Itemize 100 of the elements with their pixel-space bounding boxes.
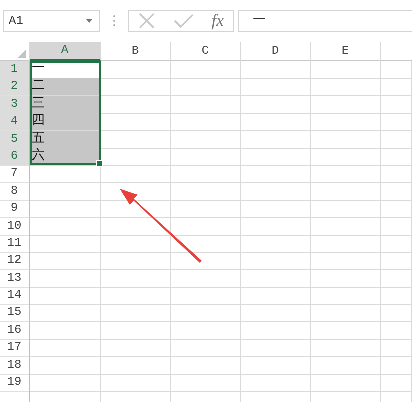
table-cell bbox=[241, 374, 311, 392]
table-cell bbox=[381, 113, 412, 132]
caret-icon bbox=[86, 19, 93, 23]
row-header[interactable]: 14 bbox=[0, 287, 30, 306]
table-cell bbox=[381, 252, 412, 270]
table-cell bbox=[171, 374, 241, 392]
table-cell bbox=[241, 113, 311, 132]
table-cell bbox=[101, 252, 171, 270]
table-cell bbox=[30, 234, 101, 253]
table-cell bbox=[101, 304, 171, 322]
table-cell bbox=[241, 234, 311, 253]
table-cell bbox=[241, 200, 311, 218]
row-header[interactable]: 11 bbox=[0, 234, 30, 253]
row-header[interactable]: 19 bbox=[0, 374, 30, 392]
table-cell bbox=[101, 356, 171, 375]
table-cell bbox=[381, 356, 412, 375]
table-cell bbox=[311, 374, 381, 392]
table-cell bbox=[311, 287, 381, 306]
table-cell bbox=[241, 356, 311, 375]
table-cell bbox=[241, 252, 311, 270]
column-header[interactable]: C bbox=[171, 42, 241, 61]
table-cell bbox=[381, 182, 412, 201]
formula-field[interactable]: 一 bbox=[238, 10, 412, 32]
column-header[interactable]: A bbox=[30, 42, 101, 61]
table-cell bbox=[381, 61, 412, 79]
row-header[interactable]: 5 bbox=[0, 130, 30, 149]
insert-function-button[interactable]: fx bbox=[212, 11, 224, 31]
row-header[interactable]: 12 bbox=[0, 252, 30, 270]
table-cell bbox=[101, 130, 171, 149]
table-cell bbox=[241, 130, 311, 149]
row-header[interactable]: 2 bbox=[0, 78, 30, 96]
table-cell bbox=[30, 200, 101, 218]
check-icon[interactable] bbox=[174, 13, 194, 29]
row-header[interactable]: 15 bbox=[0, 304, 30, 322]
table-cell bbox=[381, 165, 412, 184]
row-header[interactable]: 10 bbox=[0, 218, 30, 236]
table-cell bbox=[241, 304, 311, 322]
table-cell bbox=[101, 165, 171, 184]
table-cell bbox=[241, 270, 311, 288]
table-cell bbox=[311, 148, 381, 166]
table-cell bbox=[101, 374, 171, 392]
cancel-icon[interactable] bbox=[138, 12, 156, 30]
table-cell bbox=[311, 218, 381, 236]
table-cell bbox=[381, 304, 412, 322]
row-header[interactable]: 1 bbox=[0, 61, 30, 79]
row-header[interactable]: 18 bbox=[0, 356, 30, 375]
table-cell bbox=[311, 234, 381, 253]
column-header[interactable]: D bbox=[241, 42, 311, 61]
table-cell bbox=[171, 287, 241, 306]
column-header[interactable]: B bbox=[101, 42, 171, 61]
table-cell bbox=[101, 96, 171, 114]
table-cell bbox=[311, 182, 381, 201]
table-cell bbox=[30, 287, 101, 306]
row-header[interactable]: 9 bbox=[0, 200, 30, 218]
table-cell bbox=[30, 252, 101, 270]
table-cell bbox=[171, 61, 241, 79]
table-cell bbox=[381, 200, 412, 218]
row-header[interactable]: 3 bbox=[0, 96, 30, 114]
table-cell bbox=[241, 165, 311, 184]
table-cell bbox=[311, 339, 381, 358]
table-cell bbox=[381, 218, 412, 236]
drag-handle-icon[interactable] bbox=[113, 15, 116, 27]
row-header[interactable]: 16 bbox=[0, 322, 30, 340]
table-cell bbox=[171, 304, 241, 322]
table-cell bbox=[171, 200, 241, 218]
table-cell bbox=[171, 130, 241, 149]
table-cell bbox=[30, 356, 101, 375]
table-cell bbox=[30, 182, 101, 201]
table-cell bbox=[30, 270, 101, 288]
table-cell bbox=[171, 96, 241, 114]
table-cell bbox=[381, 234, 412, 253]
table-cell bbox=[381, 270, 412, 288]
select-all-icon[interactable] bbox=[18, 50, 26, 58]
table-cell bbox=[101, 270, 171, 288]
table-cell bbox=[311, 113, 381, 132]
row-header[interactable]: 8 bbox=[0, 182, 30, 201]
table-cell bbox=[30, 322, 101, 340]
table-cell: 四 bbox=[30, 113, 101, 132]
table-cell bbox=[171, 322, 241, 340]
column-header[interactable]: E bbox=[311, 42, 381, 61]
table-cell bbox=[171, 356, 241, 375]
row-header[interactable]: 7 bbox=[0, 165, 30, 184]
row-header[interactable]: 4 bbox=[0, 113, 30, 132]
table-cell bbox=[241, 339, 311, 358]
table-cell bbox=[381, 322, 412, 340]
name-box[interactable]: A1 bbox=[3, 10, 100, 32]
table-cell bbox=[381, 374, 412, 392]
table-cell: 二 bbox=[30, 78, 101, 96]
row-header[interactable]: 13 bbox=[0, 270, 30, 288]
table-cell bbox=[311, 165, 381, 184]
table-cell bbox=[101, 78, 171, 96]
row-header[interactable]: 17 bbox=[0, 339, 30, 358]
table-cell bbox=[241, 78, 311, 96]
row-header[interactable]: 6 bbox=[0, 148, 30, 166]
table-cell bbox=[171, 148, 241, 166]
table-cell bbox=[311, 304, 381, 322]
table-cell bbox=[30, 374, 101, 392]
table-cell bbox=[101, 113, 171, 132]
table-cell bbox=[381, 287, 412, 306]
table-cell bbox=[241, 218, 311, 236]
